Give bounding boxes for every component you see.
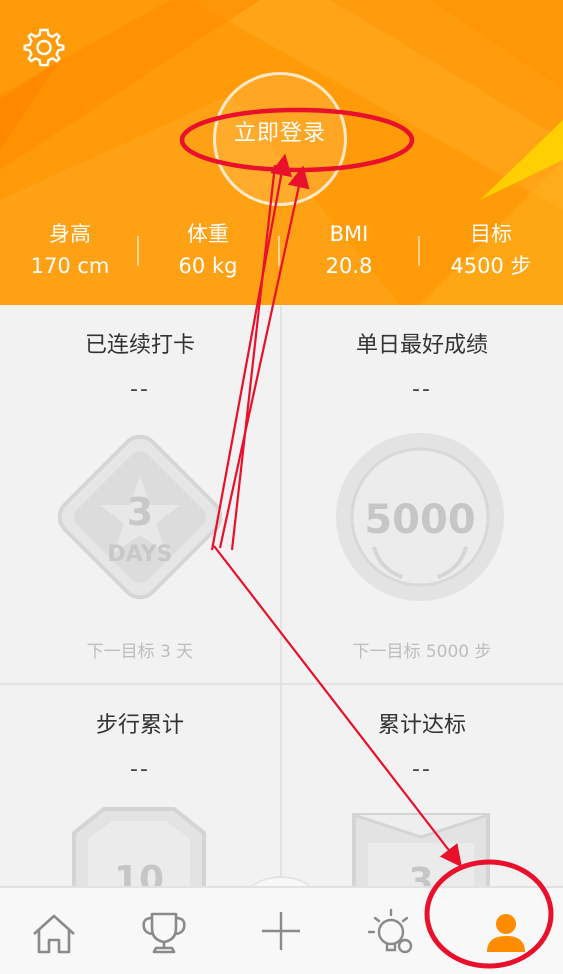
body-stats: 身高 170 cm 体重 60 kg BMI 20.8 目标 4500 步 — [0, 218, 563, 288]
card-subtitle: 下一目标 3 天 — [86, 642, 194, 662]
card-checkin-streak[interactable]: 已连续打卡 -- 3 DAYS 下一目标 3 天 — [0, 305, 280, 683]
tab-home[interactable] — [4, 888, 104, 974]
stat-value: 4500 步 — [450, 254, 532, 278]
trophy-icon — [142, 912, 186, 954]
stat-bmi: BMI 20.8 — [279, 218, 419, 282]
stat-weight: 体重 60 kg — [138, 218, 278, 282]
stat-divider — [418, 236, 420, 266]
login-button[interactable]: 立即登录 — [213, 115, 347, 147]
profile-screen: 立即登录 身高 170 cm 体重 60 kg BMI 20.8 目标 4500… — [0, 0, 563, 974]
card-title: 步行累计 — [95, 713, 184, 738]
card-value: -- — [412, 377, 432, 402]
stat-label: BMI — [329, 222, 369, 246]
card-title: 已连续打卡 — [84, 333, 195, 358]
stat-height: 身高 170 cm — [0, 218, 140, 282]
card-total-walking[interactable]: 步行累计 -- 10 — [0, 685, 280, 893]
streak-days-badge-icon: 3 DAYS — [57, 434, 223, 600]
badge-number: 3 — [127, 490, 153, 534]
card-subtitle: 下一目标 5000 步 — [352, 642, 492, 662]
stat-label: 身高 — [49, 222, 91, 246]
card-value: -- — [130, 377, 150, 402]
card-best-day[interactable]: 单日最好成绩 -- 5000 下一目标 5000 步 — [282, 305, 563, 683]
stat-goal: 目标 4500 步 — [421, 218, 561, 282]
medal-number: 5000 — [364, 497, 475, 543]
bottom-tab-bar — [0, 886, 563, 974]
goals-reached-badge-icon: 3 — [352, 813, 490, 893]
achievement-grid: 已连续打卡 -- 3 DAYS 下一目标 3 天 单日最好成绩 -- 5000 … — [0, 305, 563, 893]
tab-discover[interactable] — [345, 888, 445, 974]
card-title: 累计达标 — [377, 713, 466, 738]
profile-icon — [487, 914, 525, 952]
badge-unit: DAYS — [108, 542, 173, 567]
card-value: -- — [130, 757, 150, 782]
stat-value: 170 cm — [30, 254, 110, 278]
best-steps-medal-icon: 5000 — [336, 433, 504, 601]
card-goals-reached[interactable]: 累计达标 -- 3 — [282, 685, 563, 893]
stat-value: 60 kg — [178, 254, 238, 278]
home-icon — [33, 914, 75, 954]
total-walking-badge-icon: 10 — [72, 807, 206, 893]
profile-header: 立即登录 身高 170 cm 体重 60 kg BMI 20.8 目标 4500… — [0, 0, 563, 305]
stat-label: 体重 — [187, 222, 229, 246]
card-value: -- — [412, 757, 432, 782]
settings-gear-icon[interactable] — [22, 25, 66, 69]
stat-value: 20.8 — [325, 254, 373, 278]
tab-achievements[interactable] — [114, 888, 214, 974]
tab-profile[interactable] — [456, 888, 556, 974]
stat-label: 目标 — [470, 222, 512, 246]
plus-icon — [262, 912, 300, 950]
discover-bulb-icon — [367, 908, 413, 954]
tab-add[interactable] — [231, 888, 331, 974]
card-title: 单日最好成绩 — [355, 333, 488, 358]
